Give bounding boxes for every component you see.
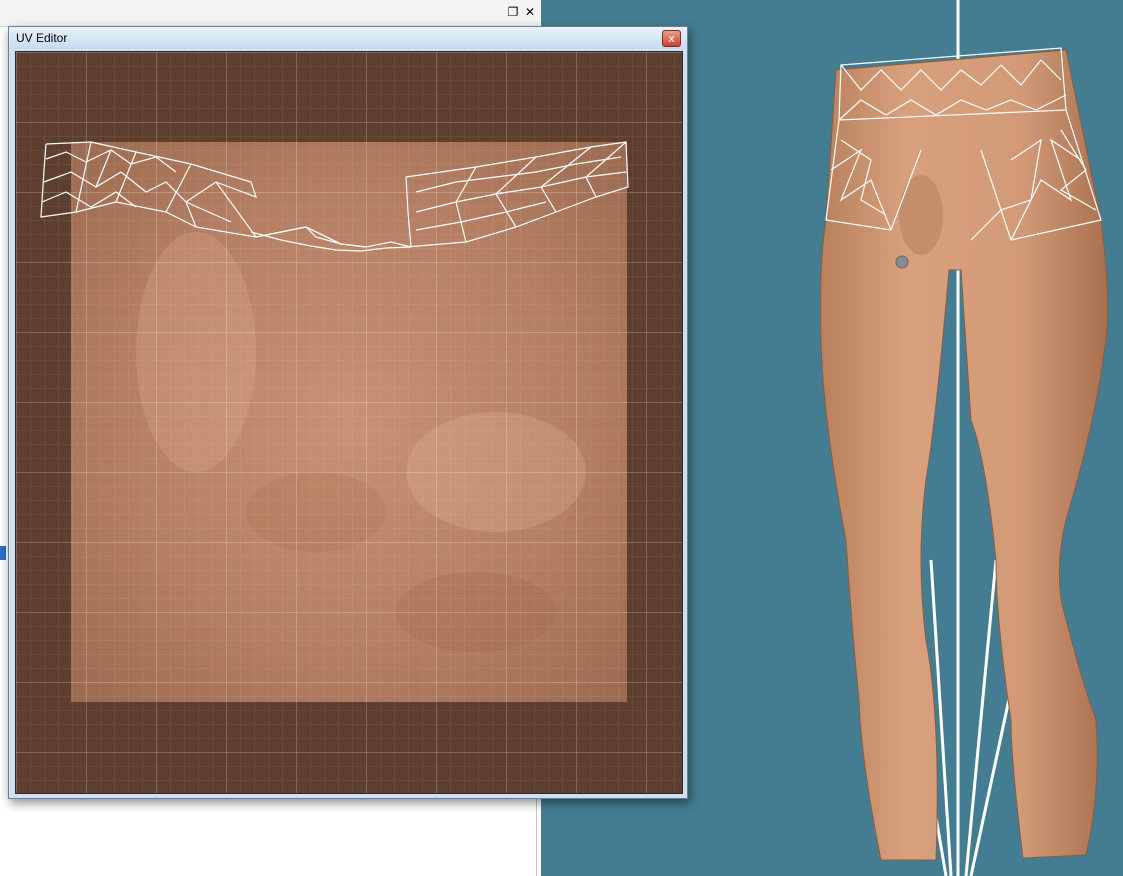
bone-line bbox=[969, 689, 1013, 876]
restore-icon[interactable]: ❐ bbox=[505, 4, 521, 20]
skin-mesh bbox=[820, 49, 1109, 861]
ring-object bbox=[895, 255, 909, 269]
uv-editor-window[interactable]: UV Editor x bbox=[8, 26, 688, 799]
uv-canvas[interactable] bbox=[15, 51, 683, 794]
groin-shape bbox=[899, 175, 943, 255]
uv-editor-title: UV Editor bbox=[16, 31, 68, 45]
left-toolbar: ❐ ✕ bbox=[0, 0, 540, 27]
close-icon[interactable]: ✕ bbox=[522, 4, 538, 20]
legs-model[interactable] bbox=[820, 47, 1109, 861]
uv-texture-view bbox=[16, 52, 682, 793]
side-tab[interactable] bbox=[0, 546, 6, 560]
uv-editor-close-button[interactable]: x bbox=[662, 30, 681, 47]
uv-editor-titlebar[interactable]: UV Editor x bbox=[9, 27, 687, 49]
